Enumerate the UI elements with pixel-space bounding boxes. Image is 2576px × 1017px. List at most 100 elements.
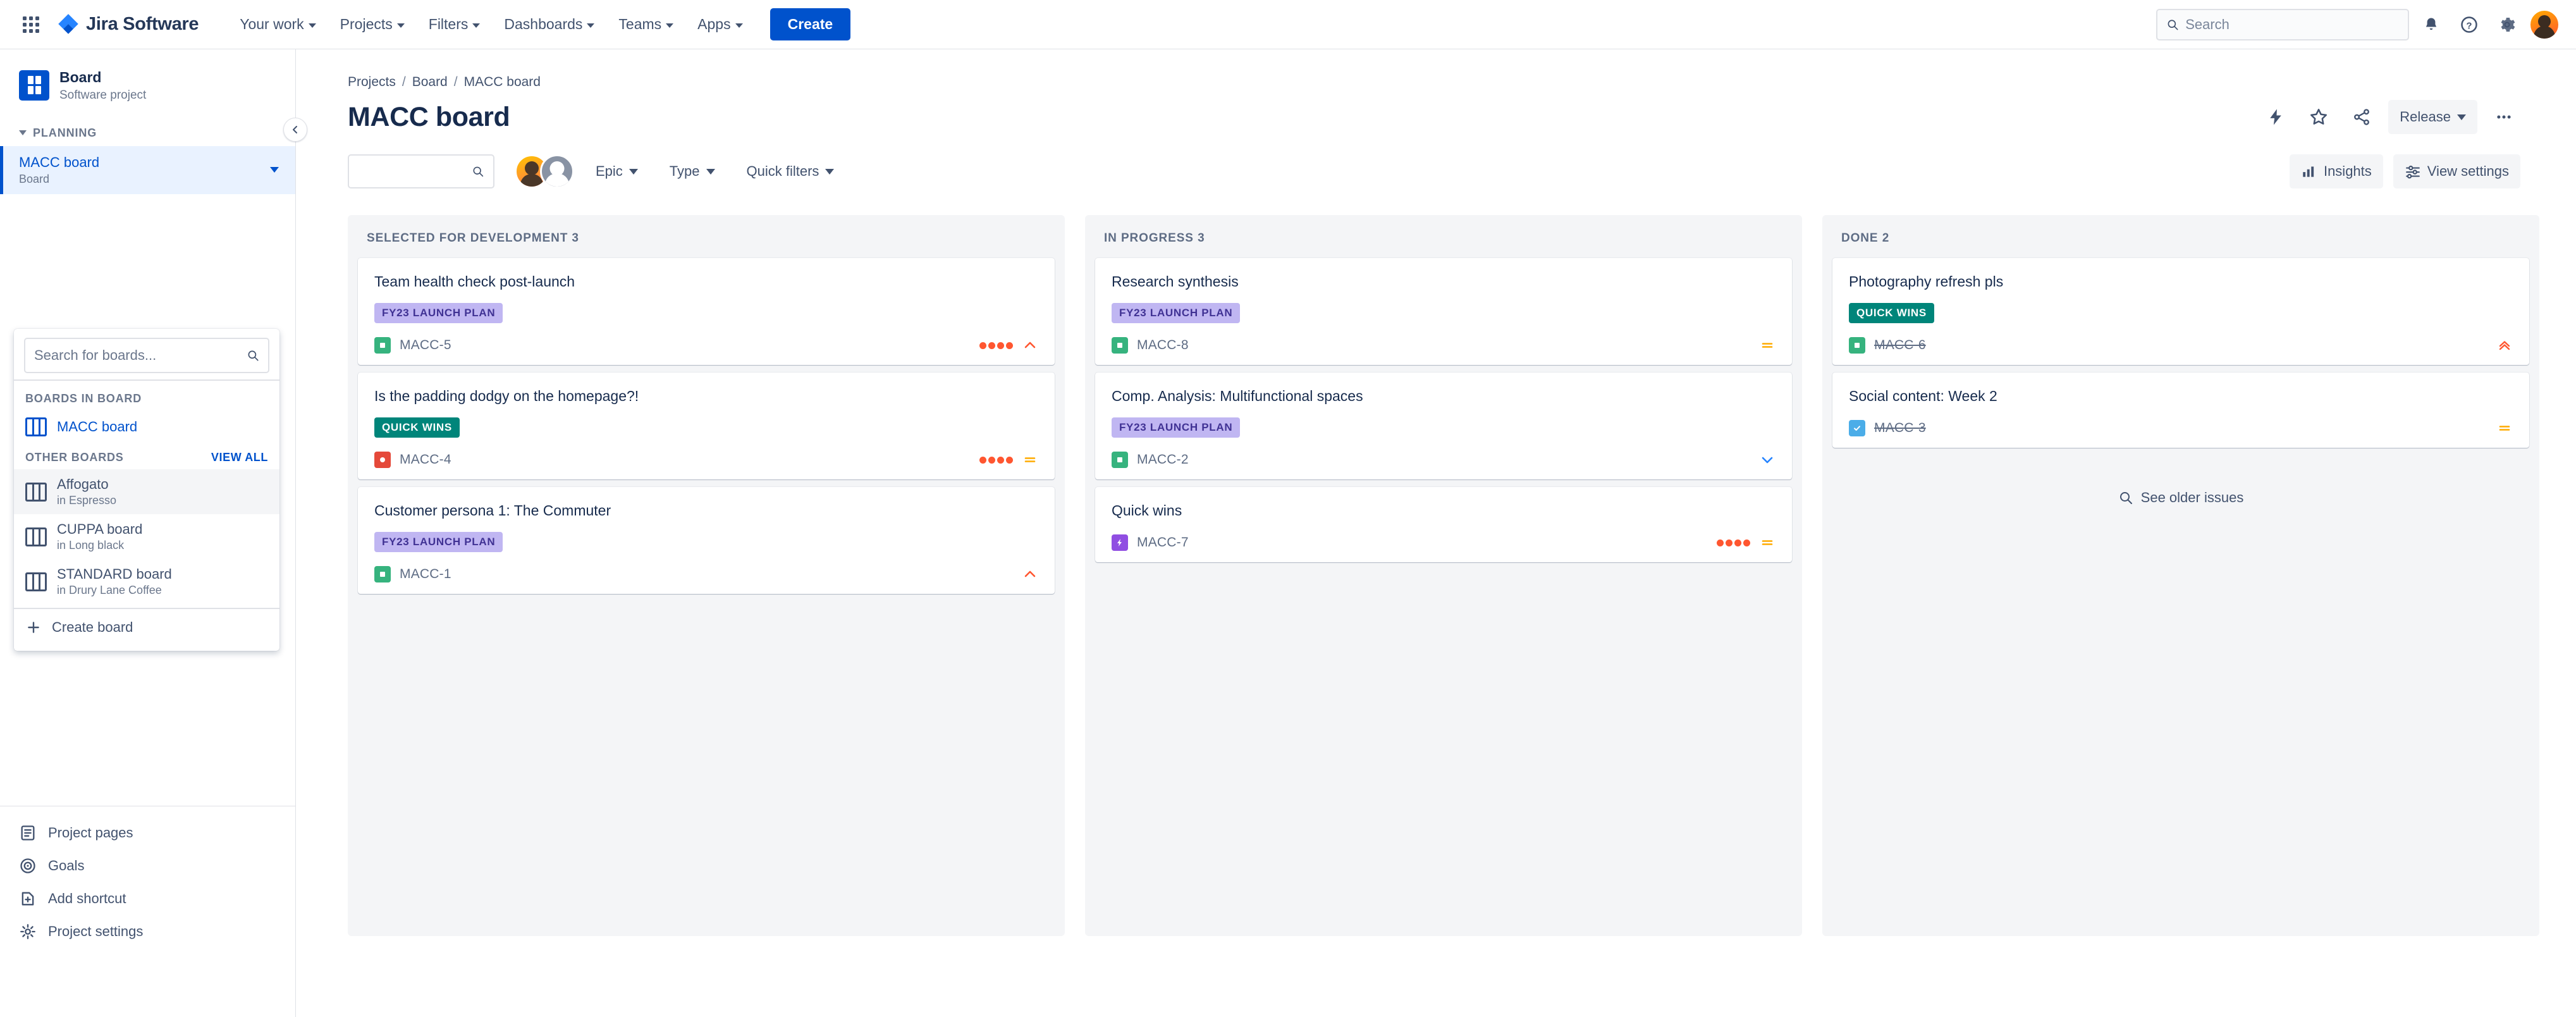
insights-button[interactable]: Insights xyxy=(2289,154,2383,188)
issue-epic-label[interactable]: QUICK WINS xyxy=(1849,303,1934,324)
see-older-issues-label: See older issues xyxy=(2140,490,2244,506)
create-board-label: Create board xyxy=(52,619,133,635)
nav-item-your-work[interactable]: Your work xyxy=(229,10,326,39)
sidebar-item-project-pages[interactable]: Project pages xyxy=(0,817,295,849)
issue-title: Quick wins xyxy=(1112,502,1182,519)
see-older-issues-button[interactable]: See older issues xyxy=(2107,483,2255,512)
issue-card[interactable]: Comp. Analysis: Multifunctional spaces F… xyxy=(1095,373,1792,480)
board-column-done: DONE 2 Photography refresh pls QUICK WIN… xyxy=(1822,215,2539,936)
boards-in-board-header: BOARDS IN BOARD xyxy=(14,385,279,410)
nav-item-dashboards[interactable]: Dashboards xyxy=(493,10,605,39)
issue-key[interactable]: MACC-8 xyxy=(1137,338,1189,353)
sliders-icon xyxy=(2405,165,2420,179)
sidebar-item-goals[interactable]: Goals xyxy=(0,849,295,882)
breadcrumb-projects[interactable]: Projects xyxy=(348,75,396,90)
epic-filter-button[interactable]: Epic xyxy=(586,156,648,187)
issue-card[interactable]: Social content: Week 2 MACC-3 xyxy=(1832,373,2529,448)
sidebar-item-add-shortcut[interactable]: Add shortcut xyxy=(0,882,295,915)
bug-type-icon xyxy=(374,452,391,469)
boards-search-input[interactable] xyxy=(34,347,242,364)
issue-key[interactable]: MACC-7 xyxy=(1137,535,1189,550)
boards-panel-item-standard-board[interactable]: STANDARD board in Drury Lane Coffee xyxy=(14,559,279,604)
search-icon xyxy=(2168,19,2178,30)
nav-item-filters[interactable]: Filters xyxy=(418,10,491,39)
nav-item-projects[interactable]: Projects xyxy=(329,10,415,39)
project-sidebar: Board Software project PLANNING MACC boa… xyxy=(0,49,307,1017)
global-search-input[interactable] xyxy=(2185,16,2399,33)
boards-panel-item-macc-board[interactable]: MACC board xyxy=(14,410,279,443)
issue-card[interactable]: Team health check post-launch FY23 LAUNC… xyxy=(358,258,1055,366)
chevron-down-icon xyxy=(735,23,743,28)
page-title-row: MACC board Release xyxy=(296,90,2576,134)
issue-epic-label[interactable]: FY23 LAUNCH PLAN xyxy=(1112,303,1241,324)
issue-epic-label[interactable]: FY23 LAUNCH PLAN xyxy=(374,532,503,553)
profile-avatar[interactable] xyxy=(2529,9,2560,40)
issue-epic-label[interactable]: FY23 LAUNCH PLAN xyxy=(374,303,503,324)
release-button[interactable]: Release xyxy=(2388,100,2477,134)
issue-key[interactable]: MACC-3 xyxy=(1874,421,1926,436)
notifications-bell-icon[interactable] xyxy=(2415,9,2447,40)
priority-medium-icon xyxy=(2496,420,2513,436)
settings-gear-icon[interactable] xyxy=(2491,9,2523,40)
breadcrumb-macc-board[interactable]: MACC board xyxy=(464,75,541,90)
sidebar-section-planning[interactable]: PLANNING xyxy=(0,116,295,146)
chevron-down-icon xyxy=(587,23,595,28)
global-search[interactable] xyxy=(2156,8,2409,40)
boards-panel-item-sublabel: in Espresso xyxy=(57,494,117,507)
avatar[interactable] xyxy=(540,154,574,188)
type-filter-button[interactable]: Type xyxy=(659,156,725,187)
collapse-sidebar-button[interactable] xyxy=(283,118,307,142)
view-all-link[interactable]: VIEW ALL xyxy=(211,451,268,464)
board-icon xyxy=(25,527,47,546)
boards-search-field[interactable] xyxy=(24,338,269,373)
priority-medium-icon xyxy=(1759,337,1776,354)
help-icon[interactable]: ? xyxy=(2453,9,2485,40)
boards-in-board-label: BOARDS IN BOARD xyxy=(25,392,142,405)
issue-card[interactable]: Is the padding dodgy on the homepage?! Q… xyxy=(358,373,1055,480)
page-actions: Release xyxy=(2259,100,2520,134)
sidebar-item-project-settings[interactable]: Project settings xyxy=(0,915,295,948)
automation-lightning-icon[interactable] xyxy=(2259,101,2292,133)
top-navigation-bar: Jira Software Your work Projects Filters… xyxy=(0,0,2576,49)
issue-epic-label[interactable]: QUICK WINS xyxy=(374,417,460,438)
issue-card[interactable]: Photography refresh pls QUICK WINS MACC-… xyxy=(1832,258,2529,366)
issue-key[interactable]: MACC-2 xyxy=(1137,452,1189,467)
sidebar-item-label: Goals xyxy=(48,858,85,873)
nav-item-apps[interactable]: Apps xyxy=(687,10,753,39)
project-header[interactable]: Board Software project xyxy=(0,49,295,116)
create-board-button[interactable]: Create board xyxy=(14,608,279,646)
board-toolbar: Epic Type Quick filters Insights View se… xyxy=(296,134,2576,188)
nav-item-teams[interactable]: Teams xyxy=(608,10,684,39)
issue-card-footer: MACC-6 xyxy=(1849,337,2513,354)
issue-meta xyxy=(2496,420,2513,436)
breadcrumb: Projects / Board / MACC board xyxy=(296,49,2576,90)
view-settings-button[interactable]: View settings xyxy=(2393,154,2520,188)
issue-card-footer: MACC-8 xyxy=(1112,337,1776,354)
issue-key[interactable]: MACC-6 xyxy=(1874,338,1926,353)
issue-card[interactable]: Quick wins MACC-7 xyxy=(1095,487,1792,563)
story-point-dots xyxy=(979,342,1013,349)
issue-epic-label[interactable]: FY23 LAUNCH PLAN xyxy=(1112,417,1241,438)
share-icon[interactable] xyxy=(2345,101,2378,133)
app-switcher-icon[interactable] xyxy=(16,10,46,39)
boards-panel-item-affogato[interactable]: Affogato in Espresso xyxy=(14,469,279,514)
jira-software-logo[interactable]: Jira Software xyxy=(57,13,199,36)
sidebar-item-macc-board[interactable]: MACC board Board xyxy=(0,145,295,194)
issue-card[interactable]: Research synthesis FY23 LAUNCH PLAN MACC… xyxy=(1095,258,1792,366)
create-button[interactable]: Create xyxy=(770,8,851,40)
more-actions-icon[interactable] xyxy=(2487,101,2520,133)
search-icon xyxy=(473,166,484,177)
board-search-field[interactable] xyxy=(348,154,494,188)
issue-meta xyxy=(1717,534,1776,551)
issue-card[interactable]: Customer persona 1: The Commuter FY23 LA… xyxy=(358,487,1055,595)
boards-panel-item-cuppa-board[interactable]: CUPPA board in Long black xyxy=(14,514,279,559)
issue-key[interactable]: MACC-1 xyxy=(400,567,451,582)
issue-key[interactable]: MACC-5 xyxy=(400,338,451,353)
quick-filters-button[interactable]: Quick filters xyxy=(737,156,845,187)
breadcrumb-board[interactable]: Board xyxy=(412,75,448,90)
board-search-input[interactable] xyxy=(358,164,472,179)
issue-key[interactable]: MACC-4 xyxy=(400,452,451,467)
view-settings-label: View settings xyxy=(2427,163,2509,179)
issue-meta xyxy=(979,337,1038,354)
star-icon[interactable] xyxy=(2302,101,2335,133)
